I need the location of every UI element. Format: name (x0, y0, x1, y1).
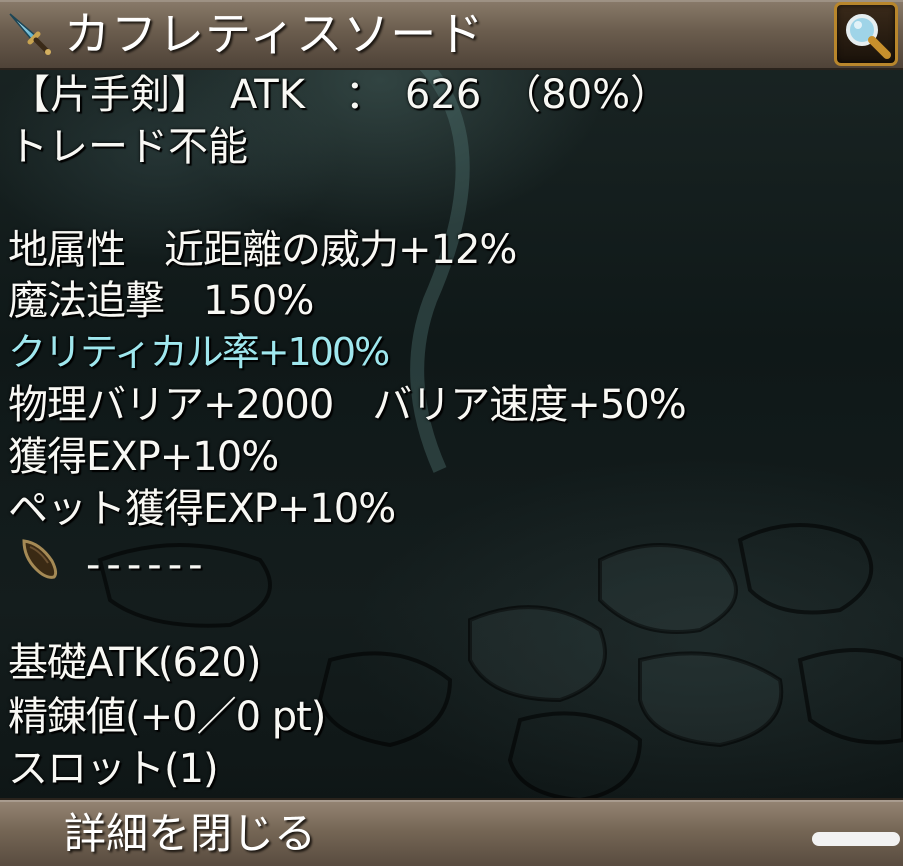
sword-icon (6, 10, 52, 56)
slots-line: スロット(1) (8, 746, 219, 792)
refine-line: 精錬値(+0／0 pt) (8, 694, 326, 740)
trade-restriction-line: トレード不能 (8, 124, 248, 170)
close-details-button[interactable]: 詳細を閉じる (0, 798, 903, 866)
stat-line-barrier: 物理バリア+2000 バリア速度+50% (8, 382, 687, 428)
collapse-handle-icon (812, 830, 902, 850)
item-title-bar: カフレティスソード (0, 0, 903, 70)
base-atk-line: 基礎ATK(620) (8, 640, 261, 686)
card-slot-icon (18, 535, 62, 581)
close-details-label: 詳細を閉じる (64, 809, 317, 858)
stat-line-exp: 獲得EXP+10% (8, 434, 279, 480)
stat-line-element: 地属性 近距離の威力+12% (8, 227, 517, 273)
item-name: カフレティスソード (64, 7, 485, 61)
search-button[interactable] (834, 2, 898, 66)
stat-line-pet-exp: ペット獲得EXP+10% (8, 486, 396, 532)
stat-line-critical: クリティカル率+100% (8, 330, 390, 374)
weapon-type-atk-line: 【片手剣】 ATK ： 626 （80%） (10, 72, 671, 118)
card-slot-value: ------ (86, 542, 209, 588)
stat-line-magic-chase: 魔法追撃 150% (8, 278, 314, 324)
